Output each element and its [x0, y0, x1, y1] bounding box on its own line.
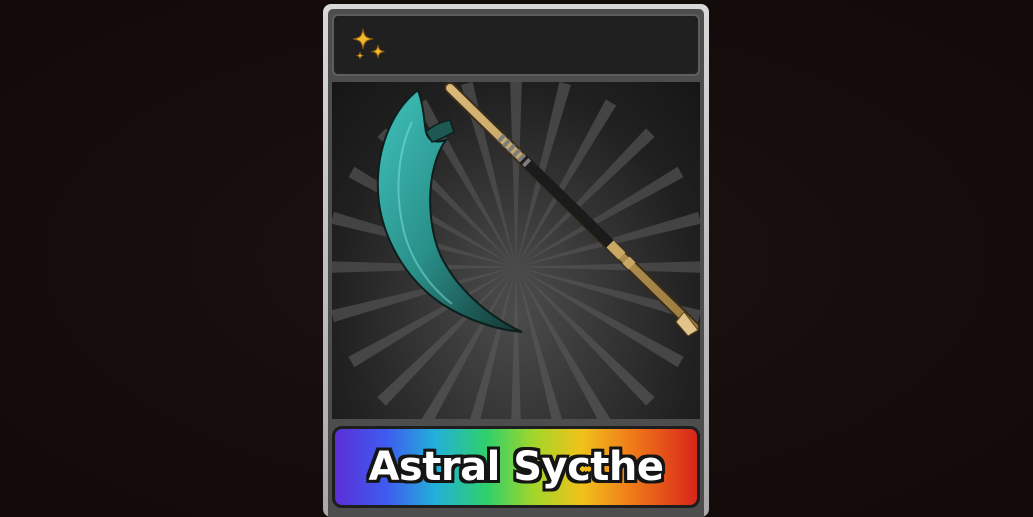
sparkle-icon [352, 28, 385, 60]
item-name: Astral Sycthe [368, 444, 664, 490]
item-card[interactable]: Astral Sycthe [323, 4, 709, 517]
game-background: Astral Sycthe [0, 0, 1033, 517]
scythe-icon [332, 82, 700, 419]
item-nameplate: Astral Sycthe [332, 426, 700, 508]
item-artwork [332, 82, 700, 419]
card-header [332, 14, 700, 76]
